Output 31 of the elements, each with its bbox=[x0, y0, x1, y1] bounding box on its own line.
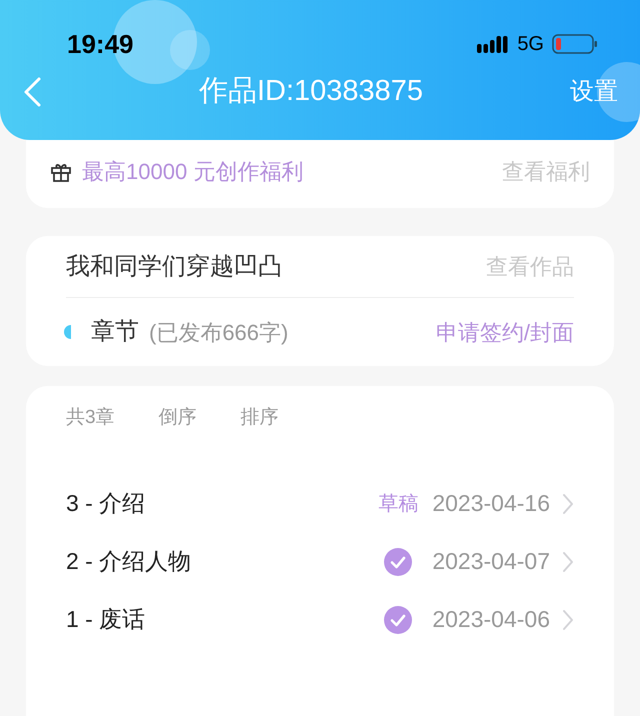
signal-icon bbox=[477, 34, 510, 54]
section-title: 章节 bbox=[91, 317, 139, 347]
section-marker-icon bbox=[64, 325, 71, 339]
chevron-right-icon bbox=[562, 550, 574, 572]
apply-contract-link[interactable]: 申请签约/封面 bbox=[436, 316, 574, 348]
check-circle-icon bbox=[384, 606, 412, 634]
network-label: 5G bbox=[517, 32, 544, 57]
status-time: 19:49 bbox=[67, 28, 134, 60]
chapter-title: 1 - 废话 bbox=[66, 605, 146, 634]
benefit-text: 最高10000 元创作福利 bbox=[82, 158, 304, 186]
chapter-row[interactable]: 2 - 介绍人物 2023-04-07 bbox=[66, 532, 574, 590]
word-count: (已发布666字) bbox=[149, 318, 288, 346]
sort-option[interactable]: 倒序 bbox=[158, 404, 197, 432]
battery-icon bbox=[552, 33, 598, 55]
chapter-date: 2023-04-07 bbox=[432, 547, 550, 576]
chapter-date: 2023-04-16 bbox=[432, 489, 550, 518]
chevron-right-icon bbox=[562, 608, 574, 630]
back-icon bbox=[22, 76, 42, 108]
chapter-title: 3 - 介绍 bbox=[66, 489, 146, 518]
sort-option[interactable]: 排序 bbox=[240, 404, 279, 432]
chapter-date: 2023-04-06 bbox=[432, 605, 550, 634]
chapter-row[interactable]: 3 - 介绍 草稿 2023-04-16 bbox=[66, 474, 574, 532]
settings-button[interactable]: 设置 bbox=[570, 74, 618, 110]
check-circle-icon bbox=[384, 548, 412, 576]
page-title: 作品ID:10383875 bbox=[198, 74, 424, 110]
chevron-right-icon bbox=[562, 492, 574, 514]
draft-label: 草稿 bbox=[378, 492, 418, 516]
chapter-count: 共3章 bbox=[66, 406, 115, 430]
chapter-title: 2 - 介绍人物 bbox=[66, 547, 192, 576]
work-title: 我和同学们穿越凹凸 bbox=[66, 252, 282, 282]
chapter-row[interactable]: 1 - 废话 2023-04-06 bbox=[66, 590, 574, 648]
